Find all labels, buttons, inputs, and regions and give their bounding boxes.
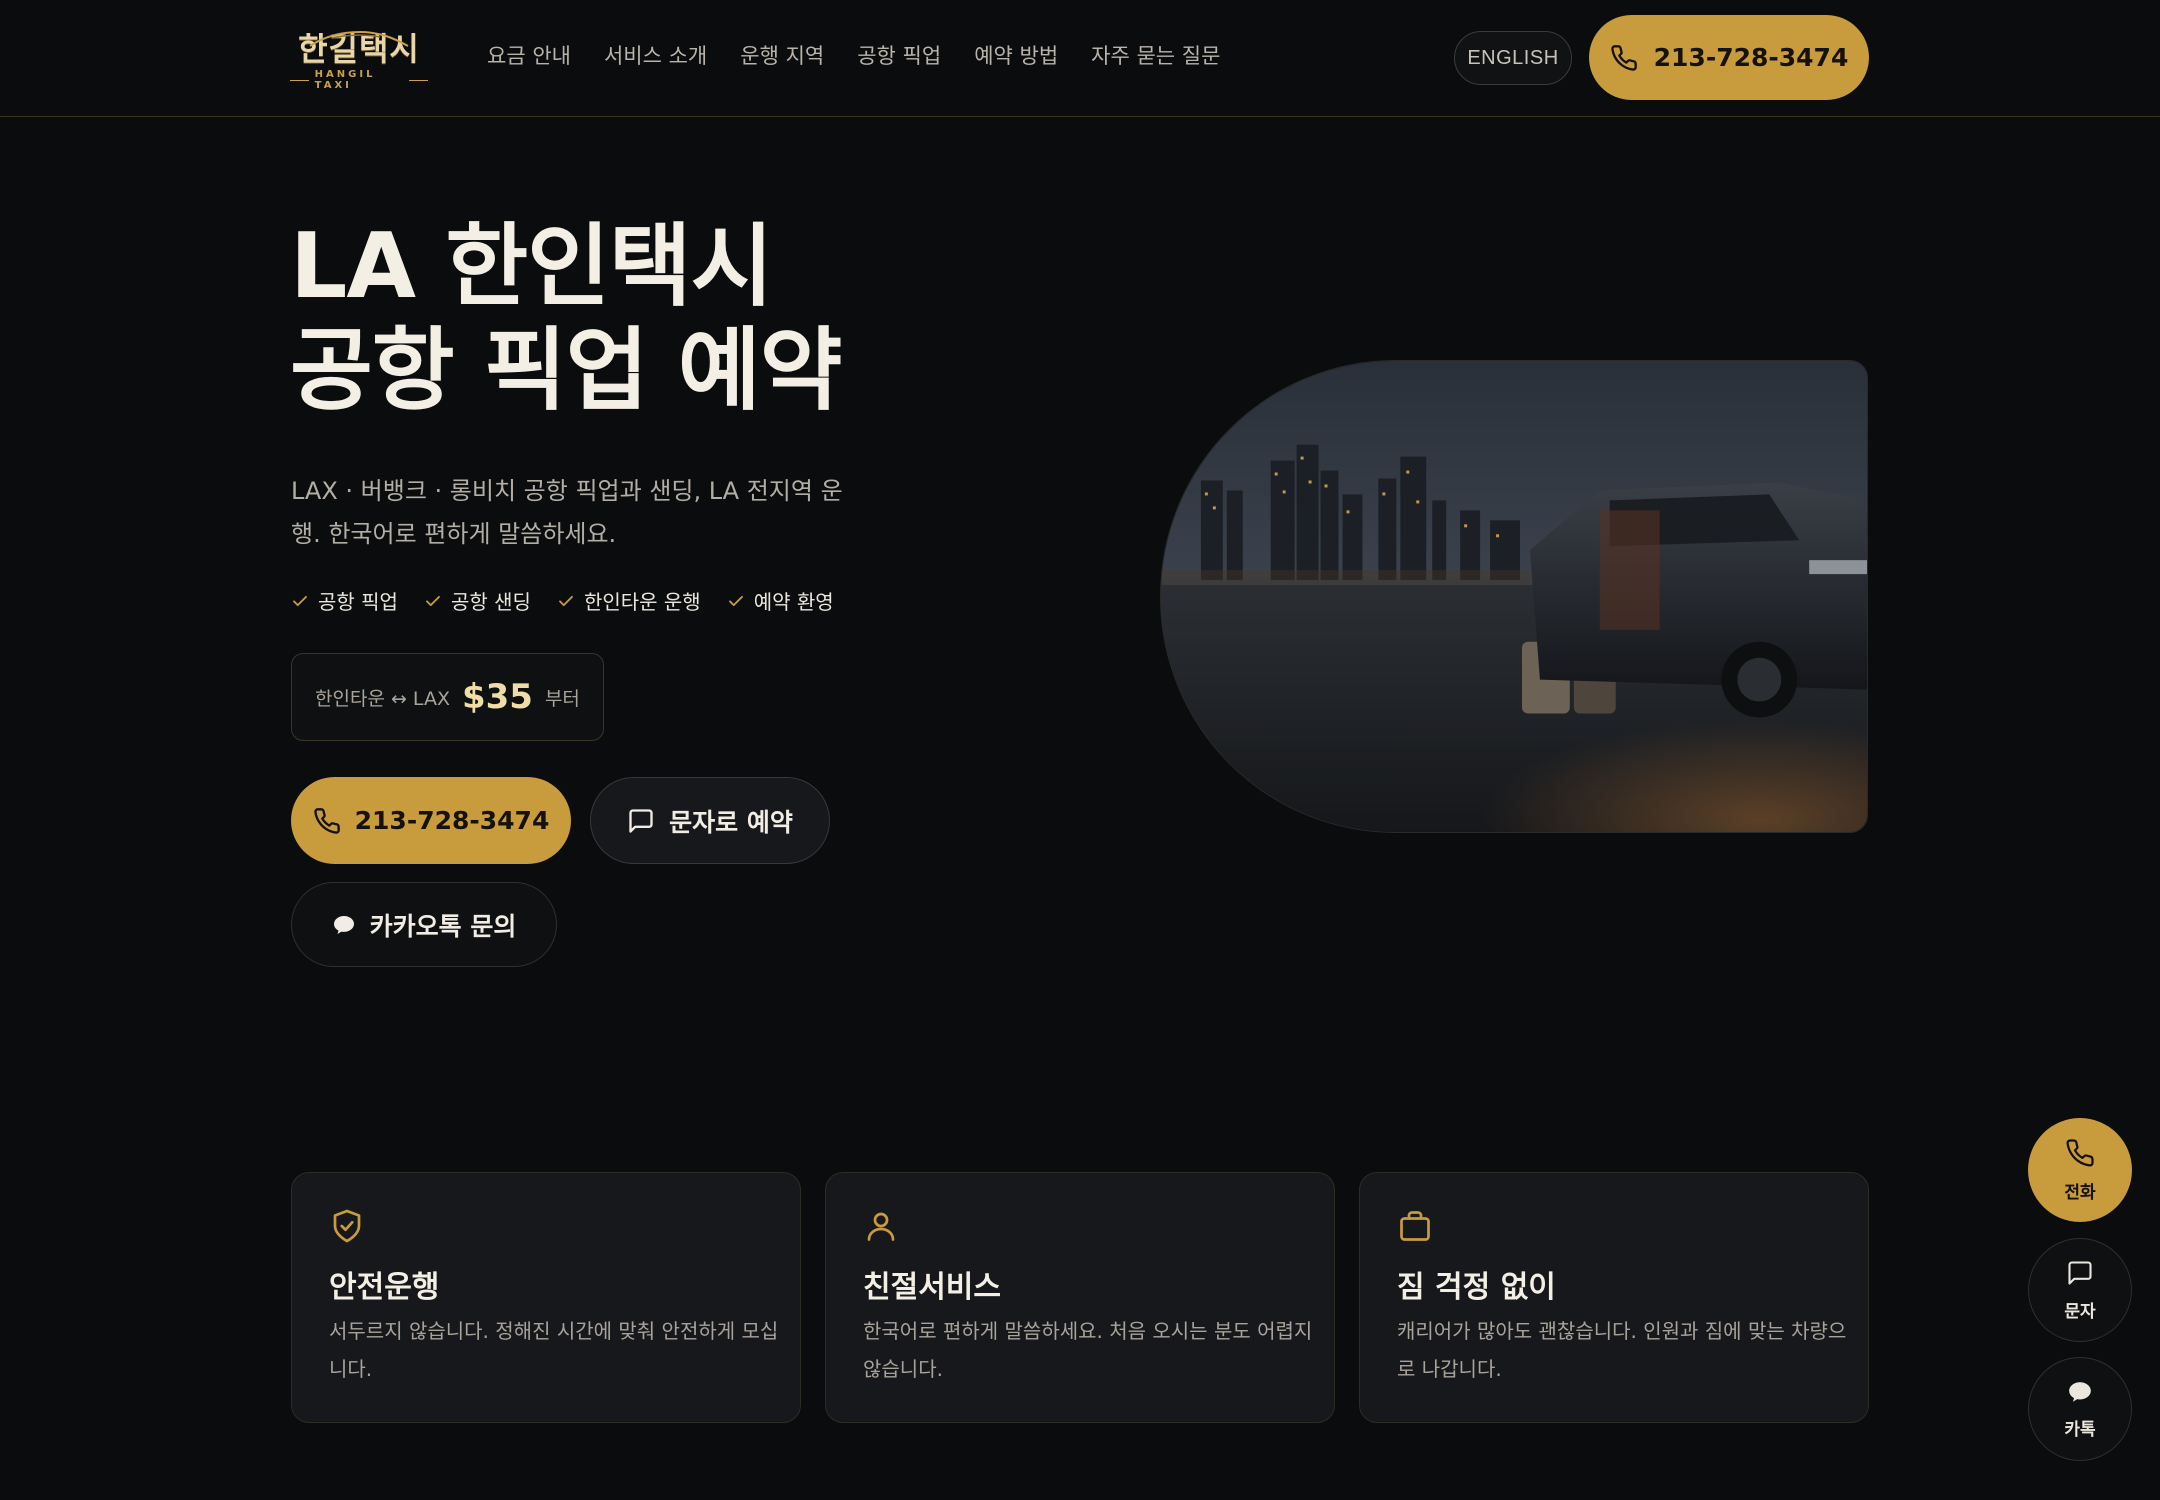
feature-item: 공항 샌딩 (424, 586, 531, 615)
floating-sms-label: 문자 (2064, 1301, 2096, 1322)
check-icon (293, 595, 307, 606)
check-icon (559, 595, 573, 606)
hero-description: LAX · 버뱅크 · 롱비치 공항 픽업과 샌딩, LA 전지역 운행. 한국… (291, 477, 843, 548)
language-button[interactable]: ENGLISH (1454, 31, 1572, 85)
hero-call-label: 213-728-3474 (354, 806, 550, 835)
language-label: ENGLISH (1467, 46, 1559, 69)
price-box: 한인타운 ↔ LAX $35 부터 (291, 653, 604, 741)
card-text: 캐리어가 많아도 괜찮습니다. 인원과 짐에 맞는 차량으로 나갑니다. (1397, 1319, 1847, 1381)
van-at-airport-image (1160, 360, 1868, 833)
nav-item-pricing[interactable]: 요금 안내 (487, 40, 571, 70)
feature-label: 공항 픽업 (318, 590, 398, 614)
phone-icon (313, 807, 340, 834)
kakao-inquiry-button[interactable]: 카카오톡 문의 (291, 882, 557, 967)
floating-kakao-label: 카톡 (2064, 1419, 2096, 1440)
feature-item: 예약 환영 (727, 586, 834, 615)
phone-icon (1610, 44, 1637, 71)
logo[interactable]: 한길택시 HANGIL TAXI (290, 24, 428, 91)
briefcase-icon (1400, 1211, 1430, 1241)
feature-label: 예약 환영 (753, 590, 834, 614)
logo-subtext: HANGIL TAXI (290, 69, 428, 91)
feature-list: 공항 픽업 공항 샌딩 한인타운 운행 예약 환영 (291, 586, 834, 615)
feature-card-service: 친절서비스 한국어로 편하게 말씀하세요. 처음 오시는 분도 어렵지 않습니다… (825, 1172, 1335, 1423)
floating-call-label: 전화 (2064, 1182, 2096, 1203)
price-value: $35 (461, 677, 533, 717)
main-nav: 요금 안내 서비스 소개 운행 지역 공항 픽업 예약 방법 자주 묻는 질문 (487, 40, 1220, 70)
shield-check-icon (333, 1209, 361, 1243)
feature-card-safety: 안전운행 서두르지 않습니다. 정해진 시간에 맞춰 안전하게 모십니다. (291, 1172, 801, 1423)
nav-item-areas[interactable]: 운행 지역 (740, 40, 824, 70)
sms-booking-label: 문자로 예약 (669, 807, 793, 837)
hero-call-button[interactable]: 213-728-3474 (291, 777, 571, 864)
card-text: 서두르지 않습니다. 정해진 시간에 맞춰 안전하게 모십니다. (329, 1319, 779, 1381)
kakao-inquiry-label: 카카오톡 문의 (369, 911, 517, 941)
nav-item-faq[interactable]: 자주 묻는 질문 (1091, 40, 1220, 70)
card-title: 친절서비스 (863, 1270, 1001, 1305)
nav-item-services[interactable]: 서비스 소개 (604, 40, 707, 70)
nav-item-airport-pickup[interactable]: 공항 픽업 (857, 40, 941, 70)
feature-card-luggage: 짐 걱정 없이 캐리어가 많아도 괜찮습니다. 인원과 짐에 맞는 차량으로 나… (1359, 1172, 1869, 1423)
user-icon (867, 1212, 895, 1241)
site-header: 한길택시 HANGIL TAXI 요금 안내 서비스 소개 운행 지역 공항 픽… (0, 0, 2160, 117)
car-logo-icon (309, 30, 409, 47)
card-title: 안전운행 (329, 1270, 440, 1305)
chat-bubble-icon (333, 915, 354, 934)
nav-item-how-to-book[interactable]: 예약 방법 (974, 40, 1058, 70)
message-square-icon (629, 808, 653, 833)
price-suffix: 부터 (544, 687, 580, 710)
phone-icon (2066, 1138, 2094, 1166)
header-phone-label: 213-728-3474 (1653, 43, 1849, 72)
feature-item: 공항 픽업 (291, 586, 398, 615)
header-call-button[interactable]: 213-728-3474 (1589, 15, 1869, 100)
card-text: 한국어로 편하게 말씀하세요. 처음 오시는 분도 어렵지 않습니다. (863, 1319, 1313, 1381)
floating-call-button[interactable]: 전화 (2028, 1118, 2132, 1222)
hero-title-line-1: LA 한인택시 (290, 214, 774, 319)
check-icon (728, 595, 743, 606)
hero-illustration (1161, 361, 1867, 832)
chat-bubble-icon (2069, 1381, 2091, 1402)
hero-title-line-2: 공항 픽업 예약 (290, 318, 842, 423)
feature-label: 공항 샌딩 (450, 590, 531, 614)
message-square-icon (2068, 1260, 2092, 1285)
sms-booking-button[interactable]: 문자로 예약 (590, 777, 830, 864)
floating-sms-button[interactable]: 문자 (2028, 1238, 2132, 1342)
floating-kakao-button[interactable]: 카톡 (2028, 1357, 2132, 1461)
feature-item: 한인타운 운행 (557, 586, 701, 615)
price-route: 한인타운 ↔ LAX (315, 687, 450, 710)
check-icon (426, 595, 440, 606)
card-title: 짐 걱정 없이 (1397, 1270, 1556, 1305)
hero-title: LA 한인택시 공항 픽업 예약 (290, 214, 842, 423)
feature-label: 한인타운 운행 (583, 590, 701, 614)
